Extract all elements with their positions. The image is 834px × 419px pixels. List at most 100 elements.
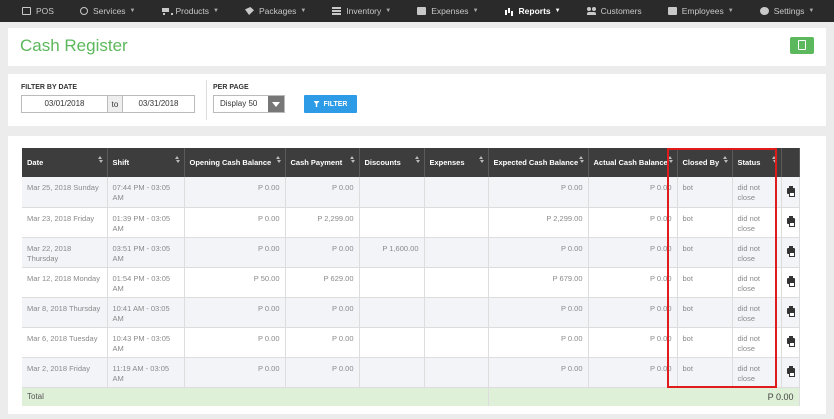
print-button[interactable] xyxy=(781,297,800,328)
row-discounts xyxy=(359,297,425,328)
row-shift: 01:54 PM - 03:05 AM xyxy=(107,267,185,298)
chevron-down-icon: ▼ xyxy=(300,8,307,14)
row-shift: 07:44 PM - 03:05 AM xyxy=(107,177,185,208)
column-header-discounts[interactable]: Discounts xyxy=(359,148,425,177)
row-cash-payment: P 2,299.00 xyxy=(285,207,360,238)
print-button[interactable] xyxy=(781,177,800,208)
row-date: Mar 12, 2018 Monday xyxy=(22,267,108,298)
bars-icon xyxy=(332,7,342,15)
sort-icon xyxy=(350,156,355,163)
table-row: Mar 8, 2018 Thursday 10:41 AM - 03:05 AM P… xyxy=(22,297,800,328)
total-amount: P 0.00 xyxy=(488,387,800,406)
row-actual-balance: P 0.00 xyxy=(588,357,678,388)
column-header-opening[interactable]: Opening Cash Balance xyxy=(184,148,286,177)
chevron-down-icon: ▼ xyxy=(385,8,392,14)
column-header-payment[interactable]: Cash Payment xyxy=(285,148,360,177)
row-status: did not close xyxy=(732,327,782,358)
chevron-down-icon: ▼ xyxy=(213,8,219,14)
row-expenses xyxy=(424,267,489,298)
table-row: Mar 12, 2018 Monday 01:54 PM - 03:05 AM P … xyxy=(22,267,800,298)
row-expenses xyxy=(424,357,489,388)
column-header-expected[interactable]: Expected Cash Balance xyxy=(488,148,589,177)
refresh-icon xyxy=(79,7,88,15)
nav-reports[interactable]: Reports ▼ xyxy=(504,6,561,16)
table-footer-row: Total P 0.00 xyxy=(22,387,800,406)
filter-panel: FILTER BY DATE 03/01/2018 to 03/31/2018 … xyxy=(8,74,826,126)
row-closed-by: bot xyxy=(677,177,733,208)
print-button[interactable] xyxy=(781,267,800,298)
print-button[interactable] xyxy=(781,207,800,238)
nav-packages[interactable]: Packages ▼ xyxy=(245,6,306,16)
row-closed-by: bot xyxy=(677,267,733,298)
nav-employees[interactable]: Employees ▼ xyxy=(667,6,734,16)
filter-button[interactable]: FILTER xyxy=(304,95,357,113)
print-button[interactable] xyxy=(781,357,800,388)
chevron-down-icon xyxy=(268,96,284,112)
date-from-input[interactable]: 03/01/2018 xyxy=(21,95,108,113)
column-header-status[interactable]: Status xyxy=(732,148,782,177)
chevron-down-icon: ▼ xyxy=(727,8,734,14)
printer-icon xyxy=(786,216,795,227)
nav-settings[interactable]: Settings ▼ xyxy=(759,6,814,16)
row-opening-balance: P 50.00 xyxy=(184,267,286,298)
column-header-actual[interactable]: Actual Cash Balance xyxy=(588,148,678,177)
page-title: Cash Register xyxy=(20,36,128,55)
tag-icon xyxy=(245,7,254,15)
monitor-icon xyxy=(22,7,31,15)
document-icon xyxy=(798,40,806,50)
nav-pos[interactable]: POS xyxy=(22,6,54,16)
table-panel: Date Shift Opening Cash Balance Cash Pay… xyxy=(8,136,826,414)
row-opening-balance: P 0.00 xyxy=(184,357,286,388)
row-expected-balance: P 679.00 xyxy=(488,267,589,298)
row-shift: 01:39 PM - 03:05 AM xyxy=(107,207,185,238)
chevron-down-icon: ▼ xyxy=(129,8,136,14)
date-to-input[interactable]: 03/31/2018 xyxy=(122,95,195,113)
row-status: did not close xyxy=(732,297,782,328)
row-expenses xyxy=(424,207,489,238)
row-expenses xyxy=(424,297,489,328)
per-page-value: Display 50 xyxy=(220,99,258,108)
row-opening-balance: P 0.00 xyxy=(184,237,286,268)
row-opening-balance: P 0.00 xyxy=(184,207,286,238)
date-to-separator: to xyxy=(108,95,122,113)
table-row: Mar 23, 2018 Friday 01:39 PM - 03:05 AM P … xyxy=(22,207,800,238)
row-date: Mar 23, 2018 Friday xyxy=(22,207,108,238)
chevron-down-icon: ▼ xyxy=(472,8,479,14)
row-date: Mar 25, 2018 Sunday xyxy=(22,177,108,208)
row-expected-balance: P 0.00 xyxy=(488,237,589,268)
row-actual-balance: P 0.00 xyxy=(588,297,678,328)
row-date: Mar 22, 2018 Thursday xyxy=(22,237,108,268)
row-cash-payment: P 0.00 xyxy=(285,327,360,358)
row-date: Mar 2, 2018 Friday xyxy=(22,357,108,388)
export-button[interactable] xyxy=(790,37,814,54)
nav-expenses[interactable]: Expenses ▼ xyxy=(417,6,479,16)
row-opening-balance: P 0.00 xyxy=(184,297,286,328)
briefcase-icon xyxy=(667,7,677,15)
row-status: did not close xyxy=(732,177,782,208)
row-discounts: P 1,600.00 xyxy=(359,237,425,268)
row-date: Mar 6, 2018 Tuesday xyxy=(22,327,108,358)
sort-icon xyxy=(772,156,777,163)
nav-inventory[interactable]: Inventory ▼ xyxy=(332,6,391,16)
column-header-date[interactable]: Date xyxy=(22,148,108,177)
nav-services[interactable]: Services ▼ xyxy=(79,6,136,16)
filter-date-label: FILTER BY DATE xyxy=(21,84,77,91)
column-header-expenses[interactable]: Expenses xyxy=(424,148,489,177)
column-header-closed-by[interactable]: Closed By xyxy=(677,148,733,177)
nav-customers[interactable]: Customers xyxy=(586,6,642,16)
sort-icon xyxy=(668,156,673,163)
row-shift: 10:41 AM - 03:05 AM xyxy=(107,297,185,328)
row-cash-payment: P 629.00 xyxy=(285,267,360,298)
printer-icon xyxy=(786,276,795,287)
row-expenses xyxy=(424,327,489,358)
print-button[interactable] xyxy=(781,237,800,268)
table-row: Mar 2, 2018 Friday 11:19 AM - 03:05 AM P 0… xyxy=(22,357,800,388)
column-header-shift[interactable]: Shift xyxy=(107,148,185,177)
per-page-select[interactable]: Display 50 xyxy=(213,95,285,113)
row-closed-by: bot xyxy=(677,327,733,358)
row-actual-balance: P 0.00 xyxy=(588,267,678,298)
row-discounts xyxy=(359,357,425,388)
print-button[interactable] xyxy=(781,327,800,358)
nav-products[interactable]: Products ▼ xyxy=(161,6,219,16)
column-header-actions xyxy=(781,148,800,177)
